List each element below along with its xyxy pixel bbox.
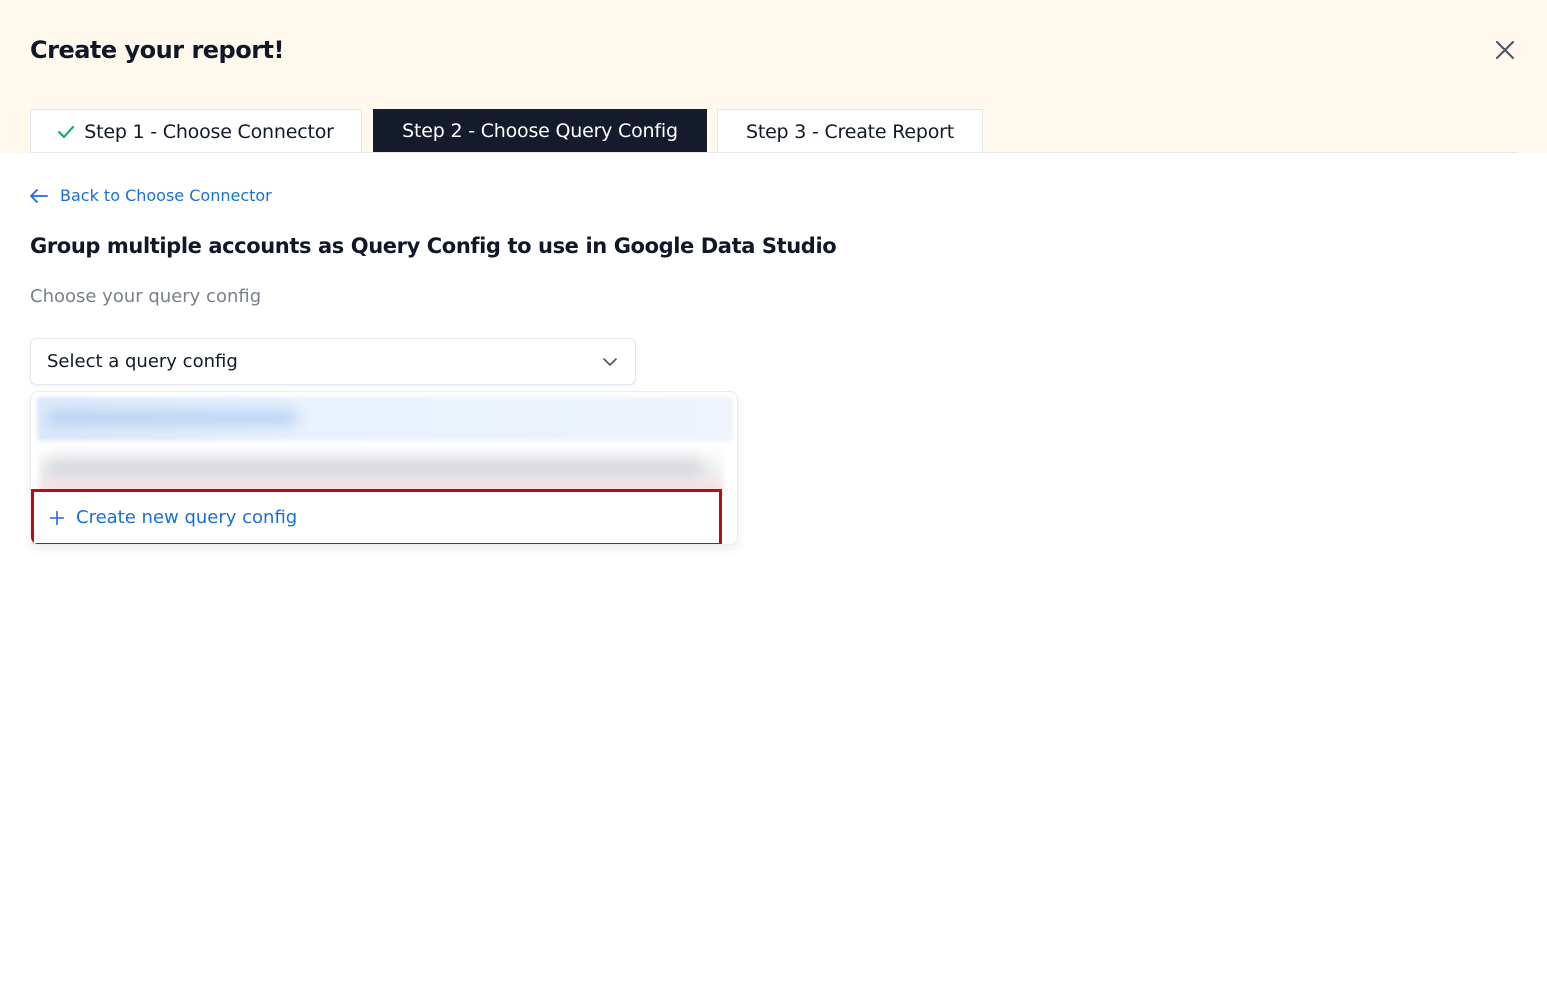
create-new-query-config-option[interactable]: Create new query config	[31, 489, 722, 544]
close-button[interactable]	[1490, 35, 1520, 65]
create-option-label: Create new query config	[76, 507, 298, 528]
tab-step-2[interactable]: Step 2 - Choose Query Config	[373, 109, 707, 153]
redacted-text	[45, 460, 705, 476]
back-link-label: Back to Choose Connector	[60, 186, 272, 205]
page-heading: Group multiple accounts as Query Config …	[30, 234, 837, 258]
dropdown-option-redacted[interactable]	[39, 444, 723, 492]
check-icon	[58, 125, 75, 138]
dialog-header: Create your report! Step 1 - Choose Conn…	[0, 0, 1547, 153]
tab-step-1-label: Step 1 - Choose Connector	[84, 120, 334, 143]
query-config-select-value: Select a query config	[47, 351, 238, 372]
dropdown-option-redacted[interactable]	[37, 397, 733, 441]
plus-icon	[50, 510, 64, 525]
dialog-title: Create your report!	[30, 36, 284, 64]
query-config-label: Choose your query config	[30, 286, 262, 307]
arrow-left-icon	[30, 189, 48, 203]
tab-step-3-label: Step 3 - Create Report	[745, 120, 955, 143]
tab-step-1[interactable]: Step 1 - Choose Connector	[30, 109, 362, 153]
tab-step-2-label: Step 2 - Choose Query Config	[402, 120, 678, 142]
tab-step-3[interactable]: Step 3 - Create Report	[717, 109, 983, 153]
query-config-dropdown-menu: Create new query config	[30, 391, 738, 545]
query-config-select[interactable]: Select a query config	[30, 338, 636, 385]
close-icon	[1496, 41, 1514, 59]
redacted-text	[47, 411, 297, 425]
tabs-divider	[30, 152, 1518, 153]
chevron-down-icon	[603, 357, 617, 366]
back-to-choose-connector-link[interactable]: Back to Choose Connector	[30, 184, 272, 208]
